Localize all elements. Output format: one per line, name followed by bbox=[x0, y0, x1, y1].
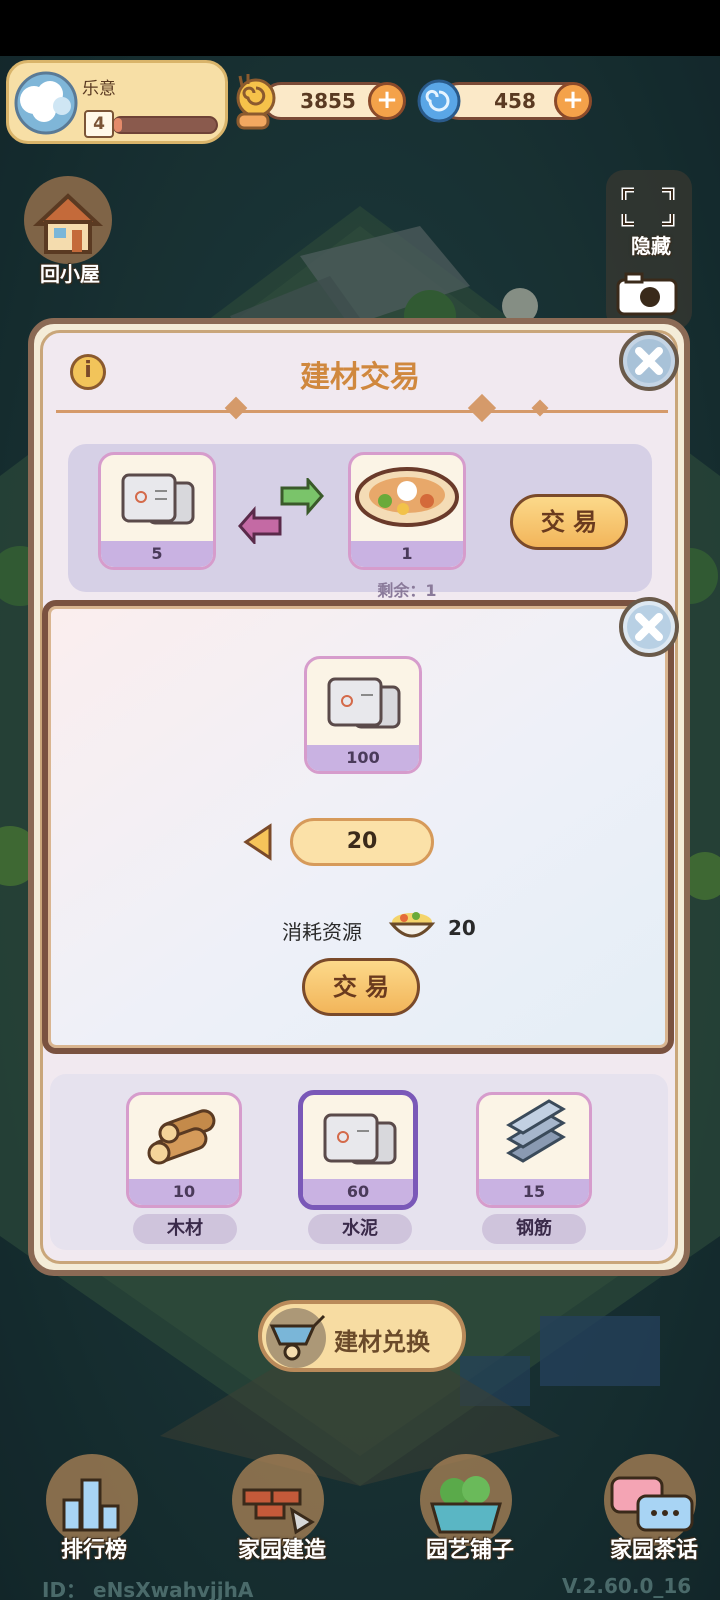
camera-icon[interactable] bbox=[612, 270, 682, 316]
steel-bar-icon bbox=[506, 1099, 566, 1163]
swap-arrows-icon bbox=[238, 476, 324, 546]
cement-count: 60 bbox=[303, 1179, 413, 1205]
cost-value: 20 bbox=[448, 916, 476, 940]
food-bowl-icon bbox=[388, 904, 436, 944]
player-name: 乐意 bbox=[82, 79, 116, 99]
panel-title: 建材交易 bbox=[300, 360, 420, 395]
steel-label: 钢筋 bbox=[482, 1214, 586, 1244]
cement-bag-icon bbox=[121, 473, 195, 525]
food-platter-icon bbox=[355, 467, 459, 527]
add-gold-button[interactable]: + bbox=[368, 82, 406, 120]
hide-ui-label[interactable]: 隐藏 bbox=[616, 230, 686, 259]
popup-item-count: 100 bbox=[307, 745, 419, 771]
blue-swirl-gem-icon bbox=[416, 78, 462, 124]
snail-coin-icon bbox=[228, 70, 278, 136]
wheelbarrow-icon bbox=[262, 1304, 332, 1368]
nav-garden-shop-label: 园艺铺子 bbox=[425, 1538, 514, 1563]
return-home-label: 回小屋 bbox=[40, 262, 100, 286]
give-item-card[interactable]: 5 bbox=[98, 452, 216, 570]
level-badge: 4 bbox=[84, 110, 114, 138]
user-id: ID： eNsXwahvjjhA bbox=[42, 1578, 254, 1600]
get-item-card[interactable]: 1 bbox=[348, 452, 466, 570]
popup-item-card: 100 bbox=[304, 656, 422, 774]
nav-home-building-label: 家园建造 bbox=[237, 1538, 326, 1563]
material-tab-wood[interactable]: 10 bbox=[126, 1092, 242, 1208]
status-bar bbox=[0, 0, 720, 56]
cement-label: 水泥 bbox=[308, 1214, 412, 1244]
hide-ui-icon[interactable] bbox=[616, 182, 680, 232]
material-tab-cement[interactable]: 60 bbox=[298, 1090, 418, 1210]
add-gems-button[interactable]: + bbox=[554, 82, 592, 120]
cement-bag-icon bbox=[323, 1113, 397, 1165]
decrease-quantity-arrow-icon[interactable] bbox=[242, 822, 274, 862]
wood-logs-icon bbox=[147, 1109, 216, 1165]
info-icon[interactable]: i bbox=[70, 354, 106, 390]
xp-progress-bar bbox=[112, 116, 218, 134]
close-popup-button[interactable] bbox=[618, 596, 680, 658]
wood-count: 10 bbox=[129, 1179, 239, 1205]
quantity-field[interactable]: 20 bbox=[290, 818, 434, 866]
nav-leaderboard-label: 排行榜 bbox=[60, 1538, 127, 1563]
trade-button[interactable]: 交 易 bbox=[510, 494, 628, 550]
material-tab-steel[interactable]: 15 bbox=[476, 1092, 592, 1208]
material-exchange-label: 建材兑换 bbox=[334, 1328, 430, 1356]
nav-home-chat-label: 家园茶话 bbox=[609, 1538, 698, 1563]
confirm-trade-button[interactable]: 交 易 bbox=[302, 958, 420, 1016]
player-avatar[interactable] bbox=[10, 70, 82, 136]
wood-label: 木材 bbox=[133, 1214, 237, 1244]
give-item-count: 5 bbox=[101, 541, 213, 567]
get-item-count: 1 bbox=[351, 541, 463, 567]
cement-bag-icon bbox=[327, 677, 401, 729]
steel-count: 15 bbox=[479, 1179, 589, 1205]
close-panel-button[interactable] bbox=[618, 330, 680, 392]
xp-progress-fill bbox=[114, 118, 123, 132]
remaining-count: 剩余：1 bbox=[377, 581, 437, 600]
cost-label: 消耗资源 bbox=[282, 920, 362, 944]
version-label: V.2.60.0_16 bbox=[562, 1574, 692, 1598]
title-divider bbox=[56, 410, 668, 416]
